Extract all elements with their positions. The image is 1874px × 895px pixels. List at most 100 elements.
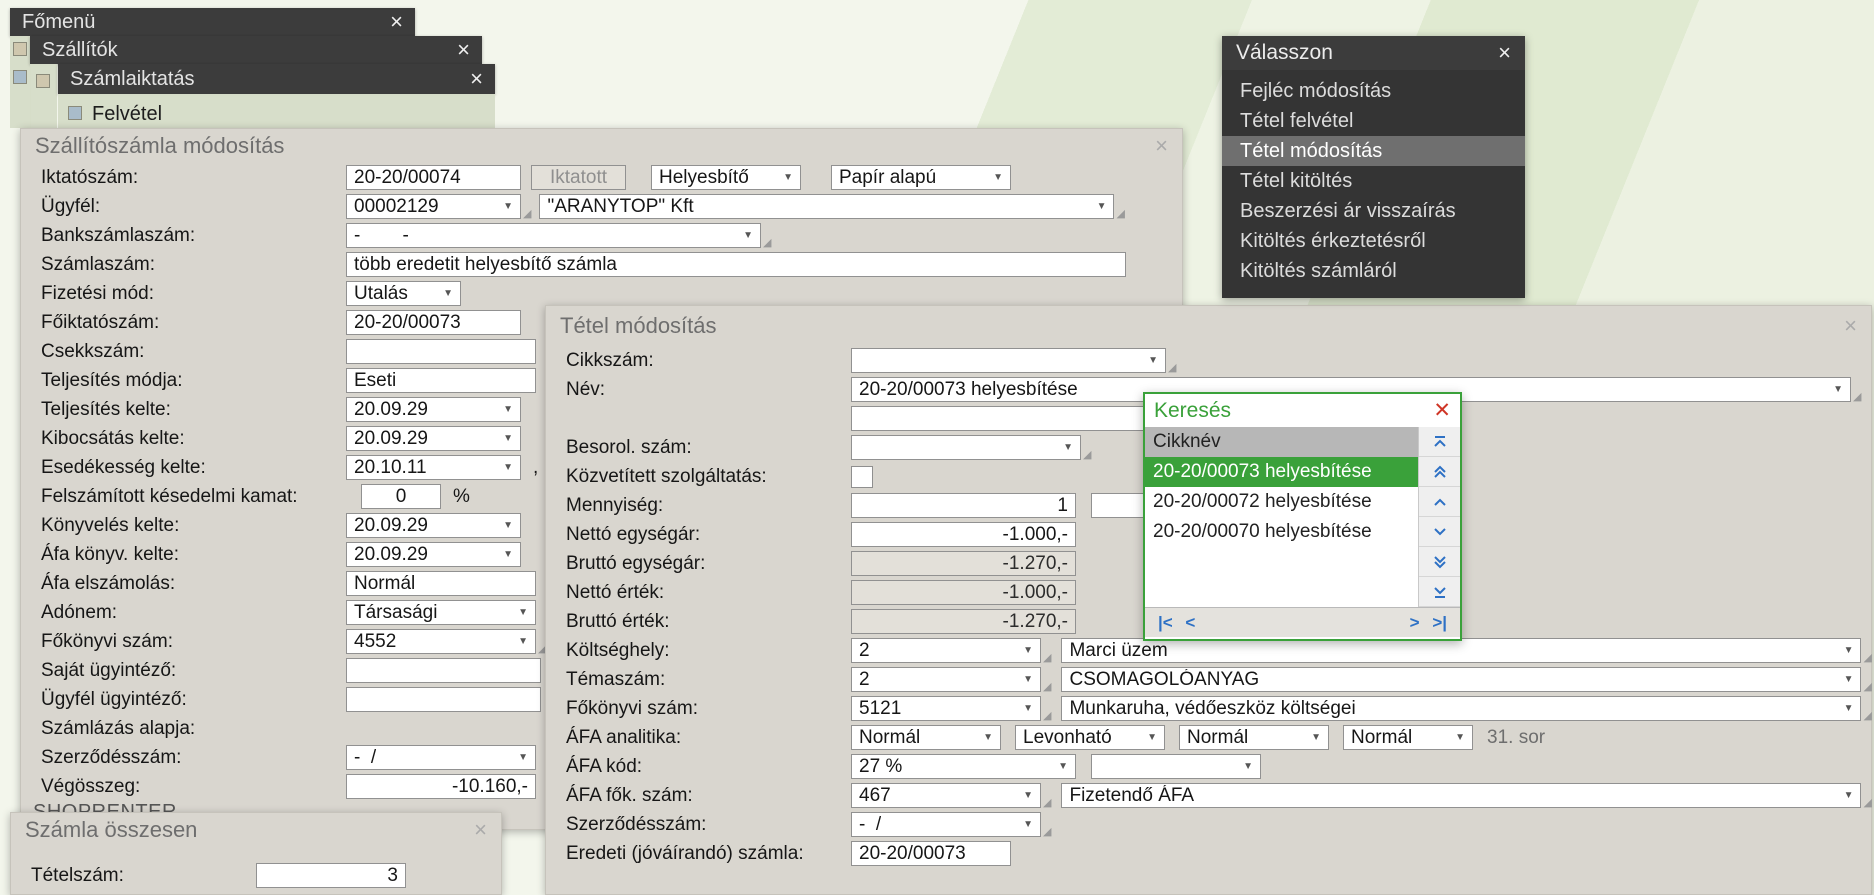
scroll-top-button[interactable] [1419,427,1460,457]
kibocsatas-kelte-combo[interactable]: 20.09.29▼ [346,426,521,451]
menu-icon[interactable] [13,42,27,56]
close-icon[interactable]: × [1844,315,1857,337]
close-icon[interactable]: × [457,39,470,61]
resize-handle-icon[interactable]: ◢ [1043,653,1051,665]
temaszam-nev-field[interactable]: CSOMAGOLÓANYAG▼ [1061,667,1861,692]
szamla-alap-combo[interactable]: Papír alapú▼ [831,165,1011,190]
fomenu-titlebar[interactable]: Főmenü × [10,8,415,36]
menu-icon[interactable] [36,74,50,88]
resize-handle-icon[interactable]: ◢ [1863,682,1871,694]
bankszamla-combo[interactable]: - -▼ [346,223,761,248]
valasszon-menu-item[interactable]: Tétel kitöltés [1222,166,1525,196]
list-item-selected[interactable]: 20-20/00073 helyesbítése [1145,457,1418,487]
afa-fok-szam-combo[interactable]: 467▼ [851,783,1041,808]
szamla-tipus-combo[interactable]: Helyesbítő▼ [651,165,801,190]
resize-handle-icon[interactable]: ◢ [1116,209,1124,221]
resize-handle-icon[interactable]: ◢ [1043,682,1051,694]
ugyfel-nev-field[interactable]: "ARANYTOP" Kft▼ [539,194,1114,219]
resize-handle-icon[interactable]: ◢ [1043,827,1051,839]
osszesen-titlebar[interactable]: Számla összesen × [11,813,501,847]
close-icon[interactable]: ✕ [1433,400,1451,421]
szerzodesszam-combo[interactable]: - /▼ [851,812,1041,837]
resize-handle-icon[interactable]: ◢ [763,238,771,250]
resize-handle-icon[interactable]: ◢ [523,209,531,221]
afa-kod-combo[interactable]: 27 %▼ [851,754,1076,779]
csekkszam-field[interactable] [346,339,536,364]
nev2-field[interactable] [851,406,1144,431]
scroll-bottom-button[interactable] [1419,577,1460,607]
eredeti-szamla-field[interactable]: 20-20/00073 [851,841,1011,866]
close-icon[interactable]: × [470,68,483,90]
kesedelmi-kamat-field[interactable]: 0 [361,484,441,509]
menu-item-felvetel[interactable]: Felvétel [92,103,162,126]
koltseghely-nev-field[interactable]: Marci üzem▼ [1061,638,1861,663]
teljesites-kelte-combo[interactable]: 20.09.29▼ [346,397,521,422]
temaszam-kod-combo[interactable]: 2▼ [851,667,1041,692]
kereses-titlebar[interactable]: Keresés ✕ [1145,394,1460,427]
fokonyvi-szam-nev-field[interactable]: Munkaruha, védőeszköz költségei▼ [1061,696,1861,721]
afa-analitika-combo-3[interactable]: Normál▼ [1179,725,1329,750]
invoice-titlebar[interactable]: Szállítószámla módosítás × [21,129,1182,163]
menu-icon[interactable] [13,70,27,84]
mennyiseg-field[interactable]: 1 [851,493,1076,518]
next-page-button[interactable]: > [1410,613,1420,632]
resize-handle-icon[interactable]: ◢ [1043,711,1051,723]
resize-handle-icon[interactable]: ◢ [1043,798,1051,810]
sajat-ugyintezo-field[interactable] [346,658,541,683]
valasszon-titlebar[interactable]: Válasszon × [1222,36,1525,70]
ugyfel-ugyintezo-field[interactable] [346,687,541,712]
column-header[interactable]: Cikknév [1145,427,1418,457]
valasszon-menu-item[interactable]: Tétel felvétel [1222,106,1525,136]
prev-page-button[interactable]: < [1185,613,1195,632]
foiktatoszam-field[interactable]: 20-20/00073 [346,310,521,335]
teljesites-modja-field[interactable]: Eseti [346,368,536,393]
afa-konyv-kelte-combo[interactable]: 20.09.29▼ [346,542,521,567]
netto-egysegar-field[interactable]: -1.000,- [851,522,1076,547]
esedekesseg-kelte-combo[interactable]: 20.10.11▼ [346,455,521,480]
valasszon-menu-item[interactable]: Beszerzési ár visszaírás [1222,196,1525,226]
tetel-titlebar[interactable]: Tétel módosítás × [546,306,1871,346]
resize-handle-icon[interactable]: ◢ [1863,798,1871,810]
scroll-up-button[interactable] [1419,487,1460,517]
list-item[interactable]: 20-20/00070 helyesbítése [1145,517,1418,547]
afa-analitika-combo-2[interactable]: Levonható▼ [1015,725,1165,750]
close-icon[interactable]: × [474,819,487,841]
szamlaiktatas-titlebar[interactable]: Számlaiktatás × [58,64,495,94]
fizetesi-mod-combo[interactable]: Utalás▼ [346,281,461,306]
resize-handle-icon[interactable]: ◢ [1863,711,1871,723]
afa-kod-combo-2[interactable]: ▼ [1091,754,1261,779]
afa-fok-szam-nev-field[interactable]: Fizetendő ÁFA▼ [1061,783,1861,808]
ugyfel-kod-combo[interactable]: 00002129▼ [346,194,521,219]
iktatoszam-field[interactable]: 20-20/00074 [346,165,521,190]
kozvetitett-checkbox[interactable] [851,466,873,488]
last-page-button[interactable]: >| [1432,613,1447,632]
scroll-page-up-button[interactable] [1419,457,1460,487]
resize-handle-icon[interactable]: ◢ [1083,450,1091,462]
fokonyvi-szam-kod-combo[interactable]: 5121▼ [851,696,1041,721]
afa-analitika-combo-4[interactable]: Normál▼ [1343,725,1473,750]
valasszon-menu-item-selected[interactable]: Tétel módosítás [1222,136,1525,166]
list-item[interactable]: 20-20/00072 helyesbítése [1145,487,1418,517]
resize-handle-icon[interactable]: ◢ [1863,653,1871,665]
close-icon[interactable]: × [390,11,403,33]
afa-elszamolas-field[interactable]: Normál [346,571,536,596]
besorol-szam-combo[interactable]: ▼ [851,435,1081,460]
konyveles-kelte-combo[interactable]: 20.09.29▼ [346,513,521,538]
close-icon[interactable]: × [1498,42,1511,64]
koltseghely-kod-combo[interactable]: 2▼ [851,638,1041,663]
valasszon-menu-item[interactable]: Kitöltés számláról [1222,256,1525,286]
menu-icon[interactable] [68,106,82,120]
valasszon-menu-item[interactable]: Kitöltés érkeztetésről [1222,226,1525,256]
afa-analitika-combo-1[interactable]: Normál▼ [851,725,1001,750]
valasszon-menu-item[interactable]: Fejléc módosítás [1222,76,1525,106]
resize-handle-icon[interactable]: ◢ [1853,392,1861,404]
scroll-down-button[interactable] [1419,517,1460,547]
fokonyvi-szam-combo[interactable]: 4552▼ [346,629,536,654]
szallitok-titlebar[interactable]: Szállítók × [30,36,482,64]
szamlaszam-field[interactable]: több eredetit helyesbítő számla [346,252,1126,277]
cikkszam-combo[interactable]: ▼ [851,348,1166,373]
szerzodesszam-combo[interactable]: - /▼ [346,745,536,770]
adonem-combo[interactable]: Társasági▼ [346,600,536,625]
resize-handle-icon[interactable]: ◢ [1168,363,1176,375]
scroll-page-down-button[interactable] [1419,547,1460,577]
